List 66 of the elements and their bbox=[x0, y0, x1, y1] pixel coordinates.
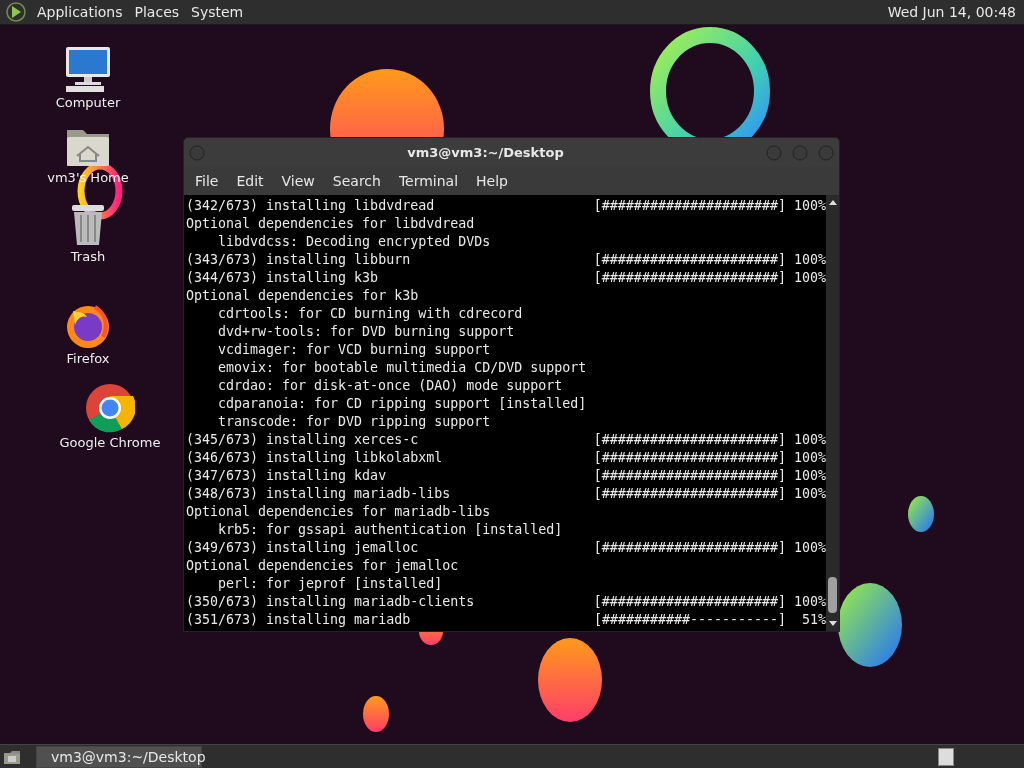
percent-text: 100% bbox=[794, 593, 826, 611]
firefox-icon bbox=[65, 303, 111, 349]
terminal-line: (345/673) installing xerces-c bbox=[186, 431, 420, 449]
progress-text: [######################] bbox=[593, 251, 786, 269]
terminal-line: transcode: for DVD ripping support bbox=[217, 413, 492, 431]
percent-text: 100% bbox=[794, 449, 826, 467]
menu-item[interactable]: Help bbox=[467, 171, 517, 191]
progress-text: [###########-----------] bbox=[593, 611, 786, 629]
progress-text: [######################] bbox=[593, 539, 786, 557]
workspace-switcher[interactable] bbox=[938, 747, 954, 766]
computer-icon bbox=[63, 45, 113, 93]
menu-item[interactable]: File bbox=[186, 171, 228, 191]
terminal-line: Optional dependencies for libdvdread bbox=[186, 215, 476, 233]
terminal-line: dvd+rw-tools: for DVD burning support bbox=[217, 323, 516, 341]
percent-text: 51% bbox=[800, 611, 826, 629]
percent-text: 100% bbox=[794, 269, 826, 287]
terminal-line: perl: for jeprof [installed] bbox=[217, 575, 444, 593]
chrome-icon bbox=[85, 383, 135, 433]
terminal-line: cdparanoia: for CD ripping support [installed] bbox=[217, 395, 588, 413]
terminal-line: Optional dependencies for mariadb-libs bbox=[186, 503, 492, 521]
clock[interactable]: Wed Jun 14, 00:48 bbox=[885, 4, 1018, 20]
terminal-line: Optional dependencies for jemalloc bbox=[186, 557, 460, 575]
terminal-line: (342/673) installing libdvdread bbox=[186, 197, 436, 215]
panel-menu[interactable]: Applications bbox=[36, 4, 124, 20]
percent-text: 100% bbox=[794, 197, 826, 215]
percent-text: 100% bbox=[794, 485, 826, 503]
progress-text: [######################] bbox=[593, 449, 786, 467]
terminal-line: Optional dependencies for k3b bbox=[186, 287, 420, 305]
scroll-thumb[interactable] bbox=[828, 577, 837, 613]
terminal-line: (348/673) installing mariadb-libs bbox=[186, 485, 452, 503]
terminal-line: (343/673) installing libburn bbox=[186, 251, 412, 269]
progress-text: [######################] bbox=[593, 197, 786, 215]
percent-text: 100% bbox=[794, 251, 826, 269]
icon-label[interactable]: Trash bbox=[68, 247, 108, 266]
terminal-line: cdrdao: for disk-at-once (DAO) mode support bbox=[217, 377, 564, 395]
menu-item[interactable]: Search bbox=[323, 171, 390, 191]
percent-text: 100% bbox=[794, 467, 826, 485]
percent-text: 100% bbox=[794, 539, 826, 557]
terminal-line: (344/673) installing k3b bbox=[186, 269, 380, 287]
terminal-line: vcdimager: for VCD burning support bbox=[217, 341, 492, 359]
progress-text: [######################] bbox=[593, 485, 786, 503]
progress-text: [######################] bbox=[593, 269, 786, 287]
terminal-line: cdrtools: for CD burning with cdrecord bbox=[217, 305, 524, 323]
terminal-line: emovix: for bootable multimedia CD/DVD support bbox=[217, 359, 588, 377]
progress-text: [######################] bbox=[593, 467, 786, 485]
panel-menu[interactable]: System bbox=[190, 4, 245, 20]
icon-label[interactable]: Computer bbox=[53, 93, 123, 112]
icon-label[interactable]: Firefox bbox=[64, 349, 112, 368]
terminal-line: (349/673) installing jemalloc bbox=[186, 539, 420, 557]
menu-item[interactable]: Terminal bbox=[389, 171, 468, 191]
terminal-line: (347/673) installing kdav bbox=[186, 467, 388, 485]
percent-text: 100% bbox=[794, 431, 826, 449]
progress-text: [######################] bbox=[593, 593, 786, 611]
panel-menu[interactable]: Places bbox=[133, 4, 181, 20]
menu-item[interactable]: Edit bbox=[227, 171, 273, 191]
window-title: vm3@vm3:~/Desktop bbox=[406, 145, 565, 160]
terminal-line: (351/673) installing mariadb bbox=[186, 611, 412, 629]
terminal-line: krb5: for gssapi authentication [installed] bbox=[217, 521, 564, 539]
icon-label[interactable]: Google Chrome bbox=[57, 433, 163, 452]
progress-text: [######################] bbox=[593, 431, 786, 449]
terminal-line: (346/673) installing libkolabxml bbox=[186, 449, 444, 467]
menu-item[interactable]: View bbox=[272, 171, 324, 191]
scrollbar[interactable] bbox=[826, 195, 839, 631]
terminal-line: (350/673) installing mariadb-clients bbox=[186, 593, 476, 611]
terminal-line: libdvdcss: Decoding encrypted DVDs bbox=[217, 233, 492, 251]
logo-icon bbox=[6, 2, 26, 22]
